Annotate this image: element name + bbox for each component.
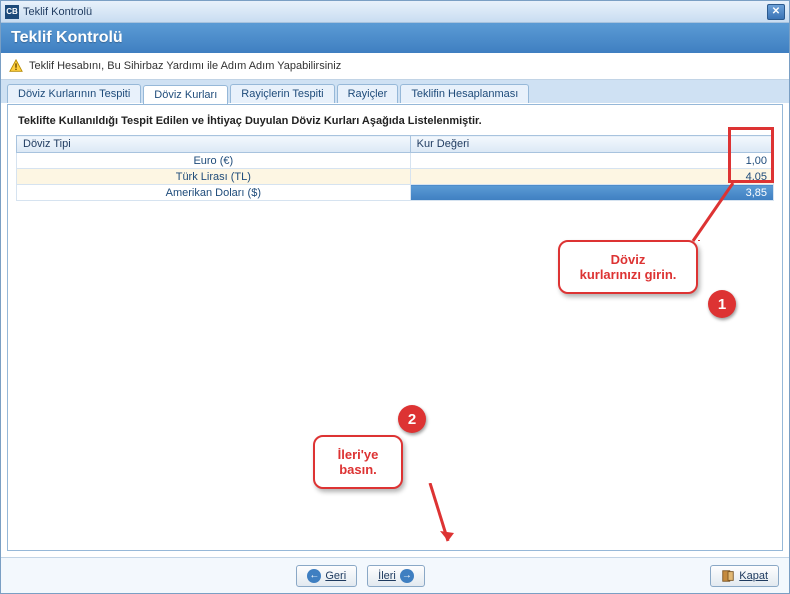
tab-rayicler[interactable]: Rayiçler (337, 84, 399, 103)
titlebar: CB Teklif Kontrolü ✕ (1, 1, 789, 23)
tab-doviz-kurlarinin-tespiti[interactable]: Döviz Kurlarının Tespiti (7, 84, 141, 103)
tabs-container: Döviz Kurlarının Tespiti Döviz Kurları R… (1, 80, 789, 104)
annotation-connector-1 (688, 183, 738, 243)
col-header-type[interactable]: Döviz Tipi (17, 136, 411, 153)
annotation-connector-2 (428, 483, 458, 543)
currency-grid: Döviz Tipi Kur Değeri Euro (€) 1,00 Türk… (16, 135, 774, 201)
annotation-badge-1: 1 (708, 290, 736, 318)
close-button-label: Kapat (739, 570, 768, 582)
warning-icon (9, 59, 23, 73)
content-panel: Teklifte Kullanıldığı Tespit Edilen ve İ… (7, 104, 783, 551)
annotation-badge-2: 2 (398, 405, 426, 433)
arrow-right-icon: → (400, 569, 414, 583)
annotation-highlight-box (728, 127, 774, 183)
back-button-label: Geri (325, 570, 346, 582)
next-button-label: İleri (378, 570, 396, 582)
currency-name-cell: Amerikan Doları ($) (17, 185, 411, 201)
currency-name-cell: Euro (€) (17, 153, 411, 169)
tab-teklifin-hesaplanmasi[interactable]: Teklifin Hesaplanması (400, 84, 529, 103)
close-icon: ✕ (772, 6, 780, 17)
window-frame: CB Teklif Kontrolü ✕ Teklif Kontrolü Tek… (0, 0, 790, 594)
table-row[interactable]: Amerikan Doları ($) 3,85 (17, 185, 774, 201)
content-description: Teklifte Kullanıldığı Tespit Edilen ve İ… (16, 111, 774, 135)
annotation-callout-2: İleri'ye basın. (313, 435, 403, 489)
next-button[interactable]: İleri → (367, 565, 425, 587)
page-title: Teklif Kontrolü (11, 29, 123, 46)
close-button[interactable]: Kapat (710, 565, 779, 587)
footer-bar: ← Geri İleri → Kapat (1, 557, 789, 593)
annotation-callout-1: Döviz kurlarınızı girin. (558, 240, 698, 294)
col-header-value[interactable]: Kur Değeri (410, 136, 773, 153)
info-bar: Teklif Hesabını, Bu Sihirbaz Yardımı ile… (1, 53, 789, 80)
table-row[interactable]: Türk Lirası (TL) 4,05 (17, 169, 774, 185)
table-row[interactable]: Euro (€) 1,00 (17, 153, 774, 169)
arrow-left-icon: ← (307, 569, 321, 583)
tab-doviz-kurlari[interactable]: Döviz Kurları (143, 85, 228, 104)
page-header: Teklif Kontrolü (1, 23, 789, 53)
door-close-icon (721, 569, 735, 583)
currency-value-cell[interactable]: 1,00 (410, 153, 773, 169)
tab-rayiclerin-tespiti[interactable]: Rayiçlerin Tespiti (230, 84, 334, 103)
app-icon: CB (5, 5, 19, 19)
currency-name-cell: Türk Lirası (TL) (17, 169, 411, 185)
window-title: Teklif Kontrolü (23, 6, 92, 18)
back-button[interactable]: ← Geri (296, 565, 357, 587)
window-close-button[interactable]: ✕ (767, 4, 785, 20)
info-text: Teklif Hesabını, Bu Sihirbaz Yardımı ile… (29, 60, 341, 72)
